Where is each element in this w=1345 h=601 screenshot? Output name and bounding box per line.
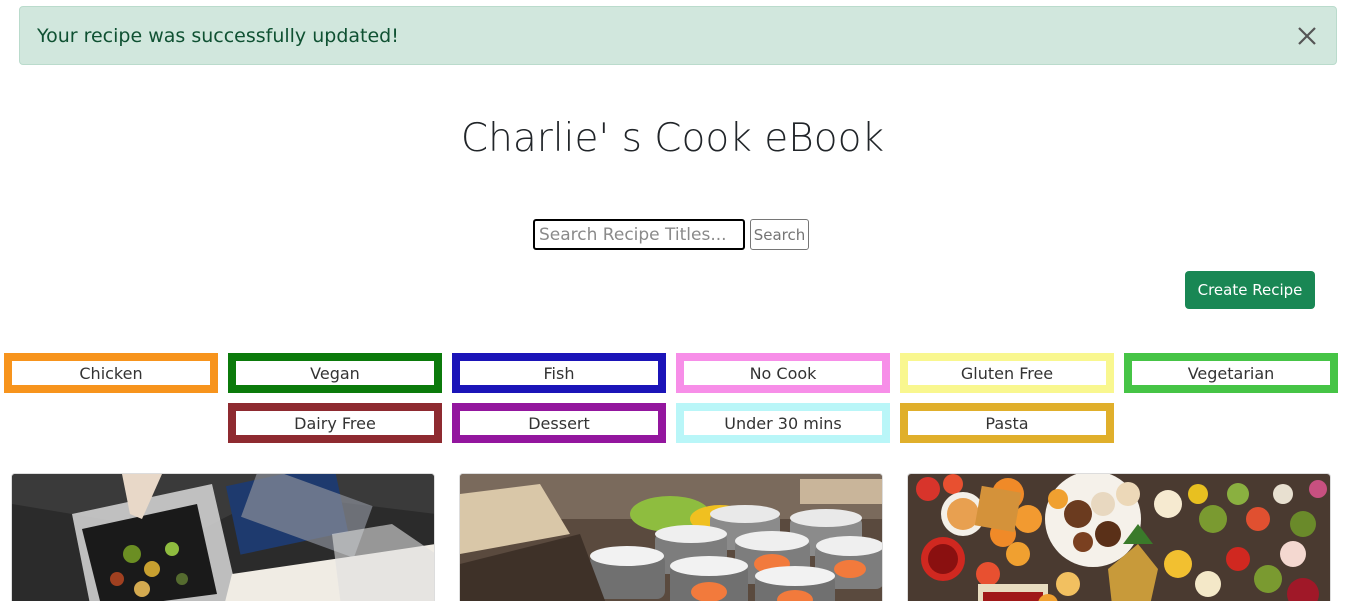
category-gluten-free[interactable]: Gluten Free — [900, 353, 1114, 393]
category-dairy-free[interactable]: Dairy Free — [228, 403, 442, 443]
page-title: Charlie' s Cook eBook — [460, 116, 885, 161]
cooking-food-image — [12, 474, 434, 601]
recipe-card[interactable] — [11, 473, 435, 601]
category-label: Chicken — [79, 363, 143, 383]
breakfast-spread-image — [908, 474, 1330, 601]
category-label: Fish — [543, 363, 575, 383]
recipe-card[interactable] — [907, 473, 1331, 601]
search-input[interactable] — [533, 219, 745, 250]
category-label: Under 30 mins — [724, 413, 842, 433]
category-label: No Cook — [749, 363, 817, 383]
category-under-30-mins[interactable]: Under 30 mins — [676, 403, 890, 443]
category-vegetarian[interactable]: Vegetarian — [1124, 353, 1338, 393]
category-label: Vegetarian — [1187, 363, 1275, 383]
category-pasta[interactable]: Pasta — [900, 403, 1114, 443]
category-no-cook[interactable]: No Cook — [676, 353, 890, 393]
category-label: Gluten Free — [960, 363, 1054, 383]
recipe-card[interactable] — [459, 473, 883, 601]
category-vegan[interactable]: Vegan — [228, 353, 442, 393]
category-label: Dessert — [528, 413, 590, 433]
category-fish[interactable]: Fish — [452, 353, 666, 393]
category-label: Vegan — [310, 363, 360, 383]
category-dessert[interactable]: Dessert — [452, 403, 666, 443]
category-chicken[interactable]: Chicken — [4, 353, 218, 393]
sushi-image — [460, 474, 882, 601]
search-button[interactable]: Search — [750, 219, 809, 250]
close-icon[interactable] — [1296, 25, 1318, 47]
alert-message: Your recipe was successfully updated! — [37, 24, 399, 47]
create-recipe-button[interactable]: Create Recipe — [1185, 271, 1315, 309]
success-alert: Your recipe was successfully updated! — [19, 6, 1337, 65]
category-label: Pasta — [985, 413, 1029, 433]
category-label: Dairy Free — [294, 413, 376, 433]
